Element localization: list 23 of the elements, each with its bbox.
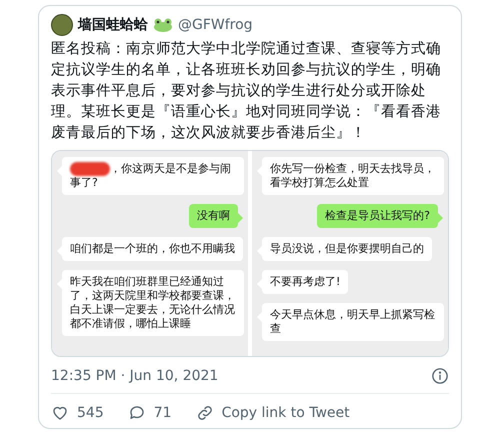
speech-bubble-icon <box>128 404 146 422</box>
like-button[interactable]: 545 <box>51 404 104 422</box>
chat-bubble: 咱们都是一个班的，你也不用瞒我 <box>62 237 243 262</box>
avatar <box>51 14 73 36</box>
chat-bubble: 今天早点休息，明天早上抓紧写检查 <box>262 303 444 341</box>
heart-icon <box>51 404 69 422</box>
chat-bubble: 不要再考虑了! <box>262 270 348 294</box>
link-icon <box>196 404 214 422</box>
chat-bubble: 导员没说，但是你要摆明自己的 <box>262 237 432 261</box>
copy-link-button[interactable]: Copy link to Tweet <box>196 404 350 422</box>
chat-bubble: ，你这两天是不是参与闹事了? <box>62 157 244 196</box>
author-name: 墙国蛙蛤蛤 <box>78 16 148 34</box>
author-handle: @GFWfrog <box>178 17 253 33</box>
chat-bubble: 昨天我在咱们班群里已经通知过了，这两天院里和学校都要查课，白天上课一定要去，无论什么情况都不准请假，哪怕上课睡 <box>62 270 244 336</box>
timestamp: 12:35 PM · Jun 10, 2021 <box>51 368 218 384</box>
chat-bubble: 没有啊 <box>189 204 238 228</box>
chat-bubble: 检查是导员让我写的? <box>317 204 438 228</box>
frog-icon <box>153 18 173 32</box>
tweet-text: 匿名投稿：南京师范大学中北学院通过查课、查寝等方式确定抗议学生的名单，让各班班长劝回参与抗议的学生，明确表示事件平息后，要对参与抗议的学生进行处分或开除处理。某班长更是『语重心长』地对同班同学说：『看看香港废青最后的下场，这次风波就要步香港后尘』！ <box>51 40 442 143</box>
info-icon <box>431 367 449 386</box>
chat-bubble: 你先写一份检查，明天去找导员，看学校打算怎么处置 <box>262 157 444 195</box>
redaction-mark <box>70 162 110 176</box>
reply-button[interactable]: 71 <box>128 404 172 422</box>
